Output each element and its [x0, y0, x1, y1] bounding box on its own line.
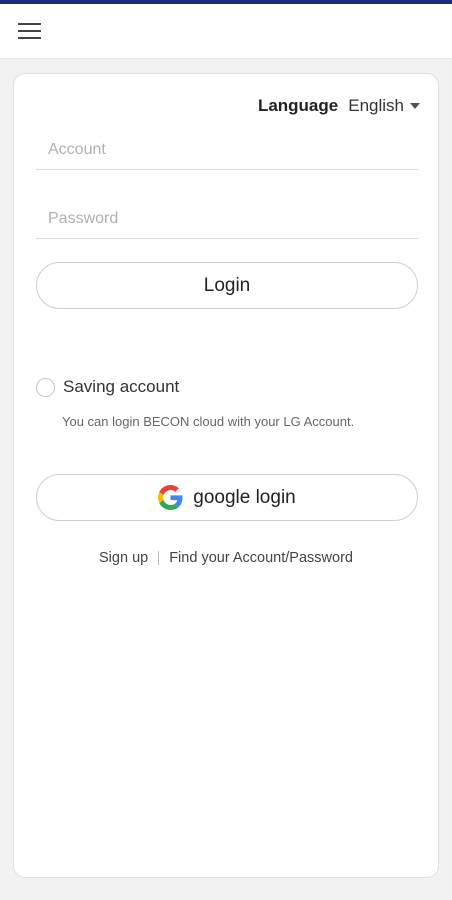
sign-up-link[interactable]: Sign up: [99, 550, 148, 566]
saving-account-checkbox[interactable]: Saving account: [36, 377, 179, 397]
saving-account-label: Saving account: [63, 377, 180, 396]
google-login-label: google login: [193, 486, 296, 508]
language-value: English: [348, 96, 404, 115]
account-input[interactable]: [36, 130, 418, 170]
link-divider: [158, 551, 160, 565]
login-button[interactable]: Login: [36, 262, 418, 309]
saving-account-radio[interactable]: [36, 377, 55, 397]
login-button-label: Login: [203, 274, 251, 296]
account-links: Sign up Find your Account/Password: [14, 550, 438, 566]
password-input[interactable]: [36, 199, 418, 239]
google-g-icon: [158, 485, 183, 510]
lg-account-hint: You can login BECON cloud with your LG A…: [62, 414, 355, 429]
language-label: Language: [257, 96, 339, 115]
google-login-button[interactable]: google login: [36, 474, 418, 521]
caret-down-icon: [410, 103, 420, 109]
login-card: Language English Login Saving account Yo…: [13, 73, 439, 878]
find-account-link[interactable]: Find your Account/Password: [169, 550, 353, 566]
language-row: Language English: [258, 96, 420, 116]
app-header: [0, 4, 452, 59]
language-select[interactable]: English: [348, 96, 420, 116]
hamburger-menu-icon[interactable]: [18, 21, 42, 41]
